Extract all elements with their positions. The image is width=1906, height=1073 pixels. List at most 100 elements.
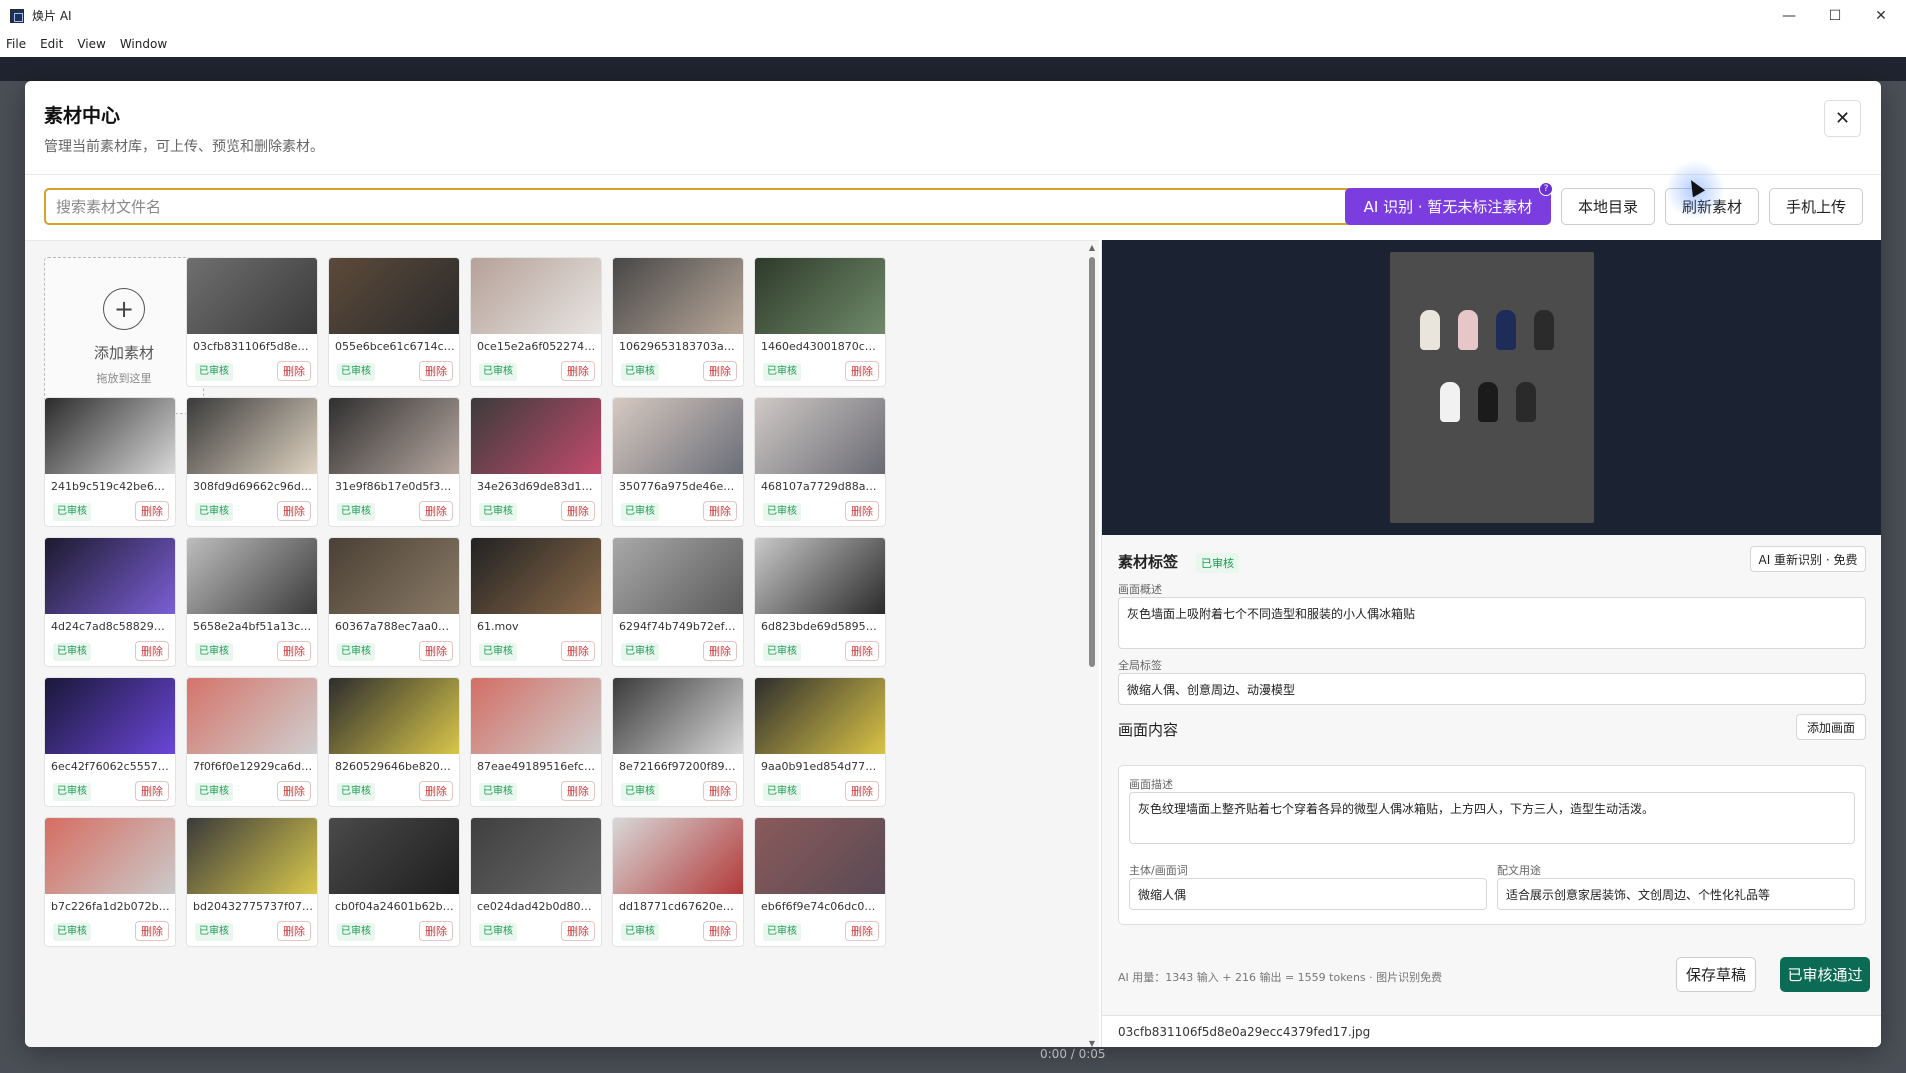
material-thumbnail[interactable] xyxy=(329,818,459,894)
delete-button[interactable]: 删除 xyxy=(419,501,453,521)
minimize-button[interactable]: — xyxy=(1766,0,1812,31)
material-card[interactable]: 468107a7729d88ada9f04... 已审核 删除 xyxy=(754,397,886,527)
menu-view[interactable]: View xyxy=(77,37,105,51)
material-card[interactable]: 4d24c7ad8c588297f7026... 已审核 删除 xyxy=(44,537,176,667)
material-card[interactable]: 8e72166f97200f896e0cfa... 已审核 删除 xyxy=(612,677,744,807)
material-card[interactable]: 87eae49189516efcd6de2... 已审核 删除 xyxy=(470,677,602,807)
delete-button[interactable]: 删除 xyxy=(845,781,879,801)
material-thumbnail[interactable] xyxy=(45,398,175,474)
global-tags-input[interactable]: 微缩人偶、创意周边、动漫模型 xyxy=(1118,673,1866,705)
menu-file[interactable]: File xyxy=(6,37,26,51)
material-thumbnail[interactable] xyxy=(187,818,317,894)
material-card[interactable]: 350776a975de46e519a3... 已审核 删除 xyxy=(612,397,744,527)
ai-reidentify-button[interactable]: AI 重新识别 · 免费 xyxy=(1750,546,1866,572)
material-thumbnail[interactable] xyxy=(329,538,459,614)
material-card[interactable]: 8260529646be820e3f9b... 已审核 删除 xyxy=(328,677,460,807)
delete-button[interactable]: 删除 xyxy=(845,501,879,521)
material-thumbnail[interactable] xyxy=(471,678,601,754)
delete-button[interactable]: 删除 xyxy=(561,361,595,381)
scroll-up-icon[interactable]: ▲ xyxy=(1088,243,1096,252)
scroll-down-icon[interactable]: ▼ xyxy=(1088,1039,1096,1047)
delete-button[interactable]: 删除 xyxy=(845,921,879,941)
usage-input[interactable]: 适合展示创意家居装饰、文创周边、个性化礼品等 xyxy=(1497,878,1855,910)
material-thumbnail[interactable] xyxy=(755,818,885,894)
menu-window[interactable]: Window xyxy=(120,37,167,51)
delete-button[interactable]: 删除 xyxy=(277,641,311,661)
phone-upload-button[interactable]: 手机上传 xyxy=(1769,188,1863,225)
delete-button[interactable]: 删除 xyxy=(419,641,453,661)
preview-image[interactable] xyxy=(1390,252,1594,523)
material-card[interactable]: 10629653183703acb22d... 已审核 删除 xyxy=(612,257,744,387)
material-card[interactable]: 60367a788ec7aa061448f... 已审核 删除 xyxy=(328,537,460,667)
material-card[interactable]: bd20432775737f07c62a6... 已审核 删除 xyxy=(186,817,318,947)
material-thumbnail[interactable] xyxy=(755,398,885,474)
ai-recognize-button[interactable]: AI 识别 · 暂无未标注素材 xyxy=(1345,188,1551,225)
subject-input[interactable]: 微缩人偶 xyxy=(1129,878,1487,910)
delete-button[interactable]: 删除 xyxy=(135,781,169,801)
material-card[interactable]: 6d823bde69d589591835... 已审核 删除 xyxy=(754,537,886,667)
material-thumbnail[interactable] xyxy=(471,398,601,474)
delete-button[interactable]: 删除 xyxy=(703,781,737,801)
maximize-button[interactable]: ☐ xyxy=(1812,0,1858,31)
delete-button[interactable]: 删除 xyxy=(277,501,311,521)
close-window-button[interactable]: ✕ xyxy=(1858,0,1904,31)
material-thumbnail[interactable] xyxy=(187,258,317,334)
delete-button[interactable]: 删除 xyxy=(135,921,169,941)
material-card[interactable]: 5658e2a4bf51a13c4075c... 已审核 删除 xyxy=(186,537,318,667)
material-thumbnail[interactable] xyxy=(45,538,175,614)
material-card[interactable]: 055e6bce61c6714c6478... 已审核 删除 xyxy=(328,257,460,387)
menu-edit[interactable]: Edit xyxy=(40,37,63,51)
delete-button[interactable]: 删除 xyxy=(561,921,595,941)
material-card[interactable]: 03cfb831106f5d8e0a29e... 已审核 删除 xyxy=(186,257,318,387)
material-thumbnail[interactable] xyxy=(187,398,317,474)
delete-button[interactable]: 删除 xyxy=(277,921,311,941)
material-thumbnail[interactable] xyxy=(613,678,743,754)
material-thumbnail[interactable] xyxy=(329,398,459,474)
local-directory-button[interactable]: 本地目录 xyxy=(1561,188,1655,225)
approve-button[interactable]: 已审核通过 xyxy=(1780,957,1870,992)
material-card[interactable]: 308fd9d69662c96d9b0ff... 已审核 删除 xyxy=(186,397,318,527)
delete-button[interactable]: 删除 xyxy=(561,781,595,801)
material-card[interactable]: 241b9c519c42be6d3182... 已审核 删除 xyxy=(44,397,176,527)
delete-button[interactable]: 删除 xyxy=(561,641,595,661)
material-thumbnail[interactable] xyxy=(613,258,743,334)
material-thumbnail[interactable] xyxy=(755,538,885,614)
material-thumbnail[interactable] xyxy=(471,258,601,334)
search-input[interactable] xyxy=(44,188,1361,225)
material-card[interactable]: 9aa0b91ed854d77c15ed... 已审核 删除 xyxy=(754,677,886,807)
material-card[interactable]: 6ec42f76062c555790d06... 已审核 删除 xyxy=(44,677,176,807)
delete-button[interactable]: 删除 xyxy=(277,781,311,801)
grid-scrollbar[interactable]: ▲ ▼ xyxy=(1088,243,1096,1047)
material-card[interactable]: 31e9f86b17e0d5f321ca9... 已审核 删除 xyxy=(328,397,460,527)
delete-button[interactable]: 删除 xyxy=(703,921,737,941)
material-thumbnail[interactable] xyxy=(755,258,885,334)
delete-button[interactable]: 删除 xyxy=(135,501,169,521)
add-scene-button[interactable]: 添加画面 xyxy=(1796,714,1866,740)
material-thumbnail[interactable] xyxy=(613,538,743,614)
material-thumbnail[interactable] xyxy=(755,678,885,754)
material-thumbnail[interactable] xyxy=(45,678,175,754)
material-thumbnail[interactable] xyxy=(613,818,743,894)
delete-button[interactable]: 删除 xyxy=(845,641,879,661)
material-card[interactable]: 61.mov 已审核 删除 xyxy=(470,537,602,667)
delete-button[interactable]: 删除 xyxy=(135,641,169,661)
material-card[interactable]: ce024dad42b0d8026114... 已审核 删除 xyxy=(470,817,602,947)
delete-button[interactable]: 删除 xyxy=(419,361,453,381)
material-thumbnail[interactable] xyxy=(329,678,459,754)
material-card[interactable]: 6294f74b749b72ef9de4e... 已审核 删除 xyxy=(612,537,744,667)
close-icon[interactable]: ✕ xyxy=(1824,100,1861,137)
save-draft-button[interactable]: 保存草稿 xyxy=(1676,957,1756,992)
delete-button[interactable]: 删除 xyxy=(419,921,453,941)
add-material-dropzone[interactable]: + 添加素材 拖放到这里 xyxy=(44,257,204,414)
delete-button[interactable]: 删除 xyxy=(561,501,595,521)
material-thumbnail[interactable] xyxy=(329,258,459,334)
scene-desc-textarea[interactable]: 灰色纹理墙面上整齐贴着七个穿着各异的微型人偶冰箱贴，上方四人，下方三人，造型生动… xyxy=(1129,792,1855,844)
overview-textarea[interactable]: 灰色墙面上吸附着七个不同造型和服装的小人偶冰箱贴 xyxy=(1118,597,1866,649)
delete-button[interactable]: 删除 xyxy=(703,641,737,661)
help-icon[interactable]: ? xyxy=(1539,182,1553,196)
material-thumbnail[interactable] xyxy=(471,818,601,894)
material-card[interactable]: 0ce15e2a6f0522744dbbf... 已审核 删除 xyxy=(470,257,602,387)
material-card[interactable]: 34e263d69de83d12446d... 已审核 删除 xyxy=(470,397,602,527)
material-thumbnail[interactable] xyxy=(613,398,743,474)
material-grid[interactable]: + 添加素材 拖放到这里 03cfb831106f5d8e0a29e... 已审核… xyxy=(25,240,1099,1047)
